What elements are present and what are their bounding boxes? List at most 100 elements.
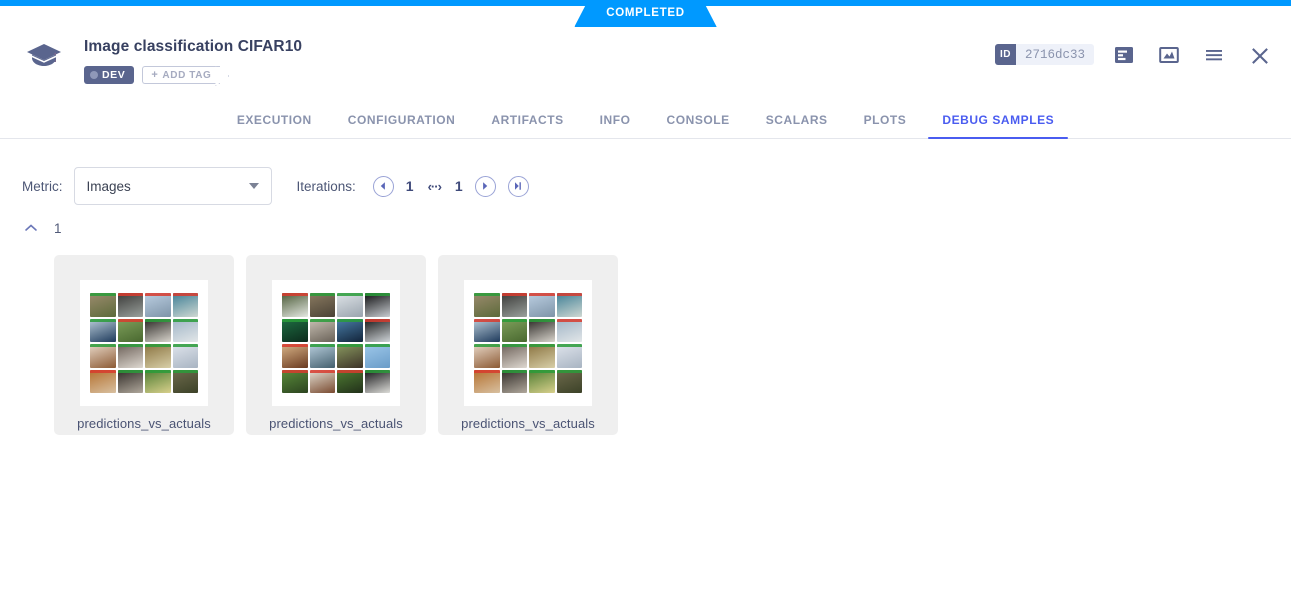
sample-thumb xyxy=(173,370,199,394)
thumb-title-bar xyxy=(365,319,391,322)
tab-scalars[interactable]: SCALARS xyxy=(748,113,846,138)
metric-select-value: Images xyxy=(87,179,249,194)
metric-select[interactable]: Images xyxy=(74,167,272,205)
chevron-down-icon xyxy=(249,183,259,189)
sample-thumb xyxy=(365,319,391,343)
sample-thumb xyxy=(337,293,363,317)
id-value: 2716dc33 xyxy=(1016,48,1094,62)
sample-thumb xyxy=(529,293,555,317)
debug-sample-card[interactable]: predictions_vs_actuals xyxy=(246,255,426,435)
thumb-title-bar xyxy=(365,344,391,347)
thumb-title-bar xyxy=(90,319,116,322)
debug-sample-card[interactable]: predictions_vs_actuals xyxy=(438,255,618,435)
task-id-badge[interactable]: ID 2716dc33 xyxy=(995,44,1094,65)
previous-iteration-button[interactable] xyxy=(373,176,394,197)
chevron-up-icon[interactable] xyxy=(24,221,38,235)
sample-thumb xyxy=(474,319,500,343)
last-iteration-button[interactable] xyxy=(508,176,529,197)
thumb-title-bar xyxy=(337,293,363,296)
group-title: 1 xyxy=(54,221,62,236)
sample-thumb xyxy=(90,344,116,368)
sample-thumb xyxy=(337,370,363,394)
tab-execution[interactable]: EXECUTION xyxy=(219,113,330,138)
thumb-title-bar xyxy=(365,370,391,373)
iterations-group: Iterations: 1 ‹··› 1 xyxy=(297,176,532,197)
thumb-title-bar xyxy=(365,293,391,296)
thumb-title-bar xyxy=(474,319,500,322)
header-tools: ID 2716dc33 xyxy=(995,44,1269,65)
sample-thumb xyxy=(90,370,116,394)
tab-configuration[interactable]: CONFIGURATION xyxy=(330,113,474,138)
sample-thumb xyxy=(365,293,391,317)
debug-sample-card[interactable]: predictions_vs_actuals xyxy=(54,255,234,435)
iteration-range-icon: ‹··› xyxy=(428,179,441,194)
thumb-title-bar xyxy=(118,344,144,347)
sample-thumb xyxy=(474,293,500,317)
thumb-title-bar xyxy=(118,319,144,322)
tab-console[interactable]: CONSOLE xyxy=(649,113,748,138)
tab-debug-samples[interactable]: DEBUG SAMPLES xyxy=(924,113,1072,138)
debug-samples-grid: predictions_vs_actuals predictions_vs_ac… xyxy=(0,245,1291,435)
thumb-title-bar xyxy=(145,319,171,322)
tag-dev[interactable]: DEV xyxy=(84,66,134,84)
sample-thumb xyxy=(173,293,199,317)
sample-thumb xyxy=(557,370,583,394)
log-icon[interactable] xyxy=(1114,45,1134,65)
controls-row: Metric: Images Iterations: 1 ‹··› 1 xyxy=(0,139,1291,207)
thumb-title-bar xyxy=(173,319,199,322)
image-chart-icon[interactable] xyxy=(1159,45,1179,65)
thumb-title-bar xyxy=(529,344,555,347)
thumb-title-bar xyxy=(173,344,199,347)
thumb-title-bar xyxy=(310,293,336,296)
sample-thumb xyxy=(118,370,144,394)
next-iteration-button[interactable] xyxy=(475,176,496,197)
thumb-title-bar xyxy=(529,319,555,322)
sample-thumb xyxy=(502,370,528,394)
close-icon[interactable] xyxy=(1249,45,1269,65)
iterations-label: Iterations: xyxy=(297,179,356,194)
title-block: Image classification CIFAR10 DEV + ADD T… xyxy=(84,32,302,84)
sample-thumb xyxy=(118,293,144,317)
gear-icon xyxy=(90,71,98,79)
thumb-title-bar xyxy=(173,293,199,296)
group-header[interactable]: 1 xyxy=(0,211,1291,245)
sample-thumb xyxy=(145,370,171,394)
sample-thumb xyxy=(118,344,144,368)
thumb-title-bar xyxy=(502,370,528,373)
sample-thumbnail-grid xyxy=(272,280,400,406)
tab-info[interactable]: INFO xyxy=(582,113,649,138)
thumb-title-bar xyxy=(145,344,171,347)
sample-thumb xyxy=(557,344,583,368)
sample-thumb xyxy=(337,319,363,343)
menu-icon[interactable] xyxy=(1204,45,1224,65)
thumb-title-bar xyxy=(282,293,308,296)
sample-thumb xyxy=(145,293,171,317)
sample-thumb xyxy=(145,344,171,368)
thumb-title-bar xyxy=(282,370,308,373)
thumb-title-bar xyxy=(557,319,583,322)
sample-thumb xyxy=(310,370,336,394)
tag-row: DEV + ADD TAG xyxy=(84,66,302,84)
sample-thumbnail-grid xyxy=(464,280,592,406)
sample-thumb xyxy=(173,344,199,368)
sample-thumb xyxy=(474,344,500,368)
sample-thumb xyxy=(529,370,555,394)
tab-plots[interactable]: PLOTS xyxy=(846,113,925,138)
thumb-title-bar xyxy=(118,293,144,296)
thumb-title-bar xyxy=(474,344,500,347)
tab-bar: EXECUTION CONFIGURATION ARTIFACTS INFO C… xyxy=(0,102,1291,138)
thumb-title-bar xyxy=(557,344,583,347)
tab-artifacts[interactable]: ARTIFACTS xyxy=(473,113,581,138)
add-tag-button[interactable]: + ADD TAG xyxy=(142,66,220,84)
sample-thumb xyxy=(90,319,116,343)
thumb-title-bar xyxy=(557,293,583,296)
thumb-title-bar xyxy=(310,344,336,347)
thumb-title-bar xyxy=(173,370,199,373)
plus-icon: + xyxy=(151,69,158,81)
thumb-title-bar xyxy=(90,293,116,296)
header-left-group: Image classification CIFAR10 DEV + ADD T… xyxy=(24,32,302,84)
sample-thumb xyxy=(145,319,171,343)
sample-label: predictions_vs_actuals xyxy=(269,416,403,431)
thumb-title-bar xyxy=(282,344,308,347)
sample-thumb xyxy=(282,293,308,317)
